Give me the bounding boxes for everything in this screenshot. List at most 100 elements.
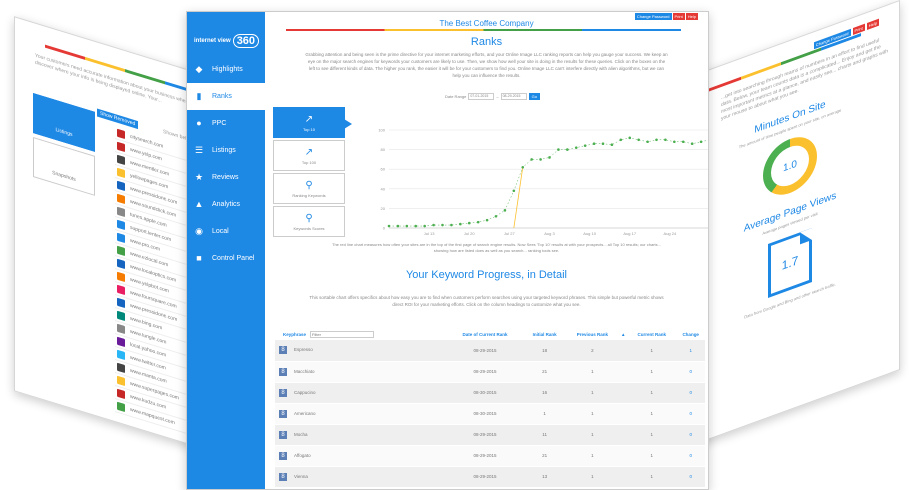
- data-point: [583, 144, 587, 147]
- cell-value: 18: [542, 347, 548, 353]
- date-cell: 08-29-2015: [446, 340, 524, 362]
- change-cell: 0: [676, 382, 705, 404]
- y-tick-label: 0: [383, 226, 386, 231]
- data-point: [690, 142, 694, 146]
- site-logo-icon: [117, 180, 125, 192]
- sort-icon[interactable]: ▲: [619, 329, 627, 340]
- data-point: [574, 146, 578, 149]
- series-line-yellow: [513, 167, 524, 229]
- internet-view-360-logo[interactable]: internet view 360: [187, 12, 265, 56]
- cell-value: Cappucino: [294, 389, 316, 395]
- initial-rank-header[interactable]: Initial Rank: [524, 329, 566, 340]
- sidebar: internet view 360 ◆ Highlights ▮ Ranks ● PPC ☰…: [187, 12, 267, 489]
- date-to-field[interactable]: 08-29-2015: [500, 93, 527, 100]
- cell-value: 1: [591, 453, 594, 458]
- initial-rank-cell: 16: [523, 382, 566, 404]
- site-logo-icon: [117, 349, 125, 361]
- listings-icon: ☰: [194, 145, 204, 155]
- cell-value: 1: [591, 369, 594, 374]
- date-from-field[interactable]: 07-01-2015: [468, 93, 495, 100]
- analytics-icon: ▲: [194, 199, 204, 209]
- data-point: [387, 224, 391, 228]
- cell-value: 08-29-2015: [473, 347, 497, 353]
- sidebar-item-ppc[interactable]: ● PPC: [187, 110, 265, 137]
- table-row[interactable]: 8 Americano 08-30-2015 1 1 1 0: [275, 403, 705, 425]
- site-logo-icon: [117, 193, 125, 205]
- keyphrase-cell: 8 Espresso: [275, 340, 447, 362]
- data-point: [628, 136, 632, 140]
- help-tag[interactable]: Help: [866, 18, 879, 31]
- go-button[interactable]: Go: [528, 93, 540, 100]
- current-rank-header[interactable]: Current Rank: [627, 329, 676, 340]
- filter-input[interactable]: [310, 331, 375, 338]
- cell-value: 21: [542, 369, 548, 374]
- table-row[interactable]: 8 Macchiato 08-29-2015 21 1 1 0: [275, 361, 705, 383]
- sidebar-item-control-panel[interactable]: ■ Control Panel: [187, 245, 265, 272]
- data-point: [405, 224, 409, 228]
- data-point: [655, 138, 658, 142]
- sidebar-item-label: Analytics: [212, 201, 241, 208]
- table-row[interactable]: 8 Mocha 08-29-2015 11 1 1 0: [275, 424, 705, 446]
- table-row[interactable]: 8 Vienna 08-29-2015 13 1 1 0: [275, 466, 705, 488]
- keyphrase-header[interactable]: Keyphrase: [275, 329, 446, 340]
- table-row[interactable]: 8 Affogato 08-29-2015 21 1 1 0: [275, 445, 705, 467]
- sidebar-item-reviews[interactable]: ★ Reviews: [187, 164, 265, 191]
- date-cell: 08-29-2015: [446, 361, 524, 383]
- spacer-cell: [619, 445, 628, 467]
- current-rank-cell: 1: [627, 340, 677, 362]
- tile-top-10[interactable]: ↗ Top 10: [273, 107, 352, 138]
- change-cell: 0: [676, 445, 705, 467]
- sidebar-item-listings[interactable]: ☰ Listings: [187, 137, 265, 164]
- site-logo-icon: [117, 258, 125, 270]
- table-row[interactable]: 8 Espresso 08-29-2015 18 2 1 1: [275, 340, 705, 362]
- sidebar-item-ranks[interactable]: ▮ Ranks: [187, 83, 267, 110]
- site-logo-icon: [117, 206, 125, 218]
- date-range-label: Date Range: [445, 94, 467, 99]
- data-point: [557, 148, 560, 151]
- site-logo-icon: [117, 297, 125, 309]
- cell-value: 08-29-2015: [473, 453, 497, 458]
- tile-label: Top 100: [301, 159, 317, 165]
- table-header-row: Keyphrase Date of Current Rank Initial R…: [275, 329, 705, 340]
- company-name: The Best Coffee Company: [439, 19, 534, 28]
- ranks-main-card: internet view 360 ◆ Highlights ▮ Ranks ● PPC ☰…: [186, 11, 709, 490]
- ppc-icon: ●: [196, 118, 202, 128]
- tile-ranking-keywords[interactable]: ⚲ Ranking Keywords: [273, 173, 345, 204]
- x-tick-label: Aug 17: [623, 231, 636, 236]
- change-header[interactable]: Change: [676, 329, 705, 340]
- site-logo-icon: [117, 245, 125, 257]
- y-tick-label: 100: [378, 128, 385, 133]
- sidebar-item-highlights[interactable]: ◆ Highlights: [187, 56, 265, 83]
- keyphrase-cell: 8 Affogato: [275, 445, 447, 467]
- x-tick-label: Aug 24: [664, 231, 677, 236]
- data-point: [494, 214, 498, 218]
- listings-tile-nav: Listings Snapshots: [33, 92, 95, 200]
- tile-label: Top 10: [302, 126, 315, 132]
- cell-value: 1: [591, 411, 594, 416]
- tile-top-100[interactable]: ↗ Top 100: [273, 140, 345, 171]
- date-cell: 08-30-2015: [446, 403, 524, 425]
- change-cell: 1: [676, 340, 705, 362]
- data-point: [485, 218, 489, 222]
- tile-keywords-scores[interactable]: ⚲ Keywords Scores: [273, 206, 345, 237]
- cell-value: 13: [542, 474, 548, 479]
- table-row[interactable]: 8 Cappucino 08-30-2015 16 1 1 0: [275, 382, 705, 404]
- site-logo-icon: [117, 141, 125, 153]
- data-point: [673, 140, 676, 144]
- cell-value: Vienna: [294, 473, 308, 479]
- date-cell: 08-29-2015: [446, 466, 524, 488]
- initial-rank-cell: 1: [523, 403, 566, 425]
- sidebar-item-local[interactable]: ◉ Local: [187, 218, 265, 245]
- data-point: [467, 221, 471, 225]
- sidebar-item-analytics[interactable]: ▲ Analytics: [187, 191, 265, 218]
- keyword-table-body: 8 Espresso 08-29-2015 18 2 1 1 8 Macchiato 08-29-…: [275, 340, 705, 488]
- logo-text: internet view: [194, 38, 231, 44]
- current-rank-cell: 1: [627, 424, 677, 446]
- control-panel-icon: ■: [196, 253, 202, 263]
- cell-value: 08-30-2015: [473, 390, 497, 395]
- screenshot-stage: Your customers need accurate information…: [0, 0, 909, 490]
- date-header[interactable]: Date of Current Rank: [446, 329, 524, 340]
- date-cell: 08-30-2015: [446, 382, 524, 404]
- previous-rank-header[interactable]: Previous Rank: [565, 329, 619, 340]
- data-point: [396, 224, 400, 228]
